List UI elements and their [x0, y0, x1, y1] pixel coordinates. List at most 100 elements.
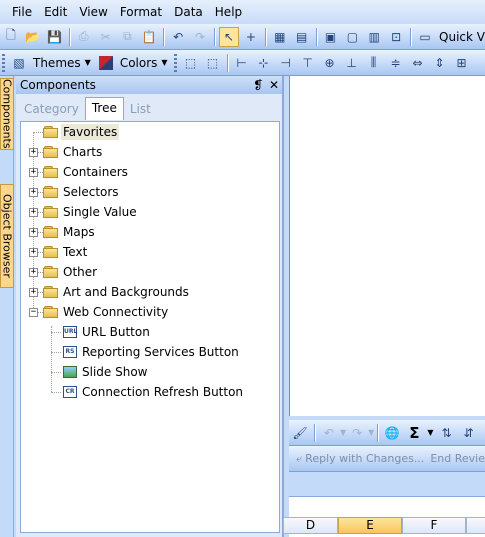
toolbar-separator [315, 27, 317, 46]
align-middle-icon[interactable]: ⊕ [320, 53, 340, 73]
expand-icon[interactable]: + [29, 168, 38, 177]
redo-icon[interactable]: ↷ [190, 27, 210, 47]
quick-view-icon[interactable]: ▭ [415, 27, 435, 47]
tree-node-other[interactable]: Other [61, 264, 99, 280]
undo-icon[interactable]: ↶ [168, 27, 188, 47]
quick-view-label[interactable]: Quick V [439, 30, 485, 44]
panel-title: Components [20, 78, 96, 92]
autosum-dropdown-icon[interactable]: ▼ [427, 428, 433, 437]
menu-edit[interactable]: Edit [38, 0, 73, 24]
align-right-icon[interactable]: ⊣ [276, 53, 296, 73]
themes-dropdown-icon[interactable]: ▼ [85, 58, 91, 67]
colors-icon[interactable] [96, 53, 116, 73]
paste-icon[interactable]: 📋 [139, 27, 159, 47]
same-size-icon[interactable]: ⊞ [452, 53, 472, 73]
object-browser-side-tab[interactable]: Object Browser [0, 184, 14, 288]
column-header-f[interactable]: F [402, 517, 466, 534]
menu-file[interactable]: File [0, 0, 38, 24]
tree-node-connection-refresh-button[interactable]: Connection Refresh Button [80, 384, 245, 400]
collapse-icon[interactable]: − [29, 308, 38, 317]
tree-node-maps[interactable]: Maps [61, 224, 97, 240]
slide-show-icon [63, 366, 77, 378]
undo-icon[interactable]: ↶ [319, 423, 339, 443]
distribute-vertical-icon[interactable]: ≑ [386, 53, 406, 73]
format-painter-icon[interactable]: 🖌 [290, 423, 310, 443]
expand-icon[interactable]: + [29, 208, 38, 217]
align-left-icon[interactable]: ⊢ [232, 53, 252, 73]
toolbar-grip[interactable] [173, 53, 177, 72]
tab-list[interactable]: List [124, 99, 157, 120]
spreadsheet-grid[interactable]: D E F [283, 496, 485, 537]
expand-icon[interactable]: + [29, 228, 38, 237]
standard-toolbar: 🗋 📂 💾 ⎙ ✂ ⧉ 📋 ↶ ↷ ↖ + ▦ ▤ ▣ ▢ ▥ ⊡ ▭ Quic… [0, 24, 485, 50]
tree-node-url-button[interactable]: URL Button [80, 324, 152, 340]
preview-icon[interactable]: ▣ [321, 27, 341, 47]
autosum-icon[interactable]: Σ [404, 423, 424, 443]
toolbar-separator [410, 27, 412, 46]
toolbar-grip[interactable] [2, 53, 5, 72]
fit-icon[interactable]: ⊡ [386, 27, 406, 47]
distribute-horizontal-icon[interactable]: ⫼ [364, 53, 384, 73]
cut-icon[interactable]: ✂ [96, 27, 116, 47]
menu-format[interactable]: Format [114, 0, 168, 24]
tree-node-favorites[interactable]: Favorites [61, 124, 120, 140]
same-height-icon[interactable]: ⇕ [430, 53, 450, 73]
tree-node-text[interactable]: Text [61, 244, 89, 260]
expand-icon[interactable]: + [29, 188, 38, 197]
themes-icon[interactable]: ▧ [9, 53, 29, 73]
menu-help[interactable]: Help [209, 0, 248, 24]
group-icon[interactable]: ⬚ [181, 53, 201, 73]
tree-node-reporting-services-button[interactable]: Reporting Services Button [80, 344, 241, 360]
components-side-tab[interactable]: Components [0, 78, 14, 150]
open-folder-icon[interactable]: 📂 [23, 27, 43, 47]
arrange-icon[interactable]: ▥ [364, 27, 384, 47]
tree-node-containers[interactable]: Containers [61, 164, 130, 180]
align-top-icon[interactable]: ⊤ [298, 53, 318, 73]
expand-icon[interactable]: + [29, 288, 38, 297]
expand-icon[interactable]: + [29, 268, 38, 277]
same-width-icon[interactable]: ⇔ [408, 53, 428, 73]
ungroup-icon[interactable]: ⬚ [203, 53, 223, 73]
align-bottom-icon[interactable]: ⊥ [342, 53, 362, 73]
print-icon[interactable]: ⎙ [74, 27, 94, 47]
colors-dropdown-icon[interactable]: ▼ [161, 58, 167, 67]
undo-dropdown-icon[interactable]: ▼ [340, 428, 346, 437]
select-pointer-icon[interactable]: ↖ [219, 26, 239, 47]
redo-icon[interactable]: ↷ [347, 423, 367, 443]
tab-tree[interactable]: Tree [84, 97, 124, 120]
expand-icon[interactable]: + [29, 248, 38, 257]
tree-node-web-connectivity[interactable]: Web Connectivity [61, 304, 170, 320]
menu-data[interactable]: Data [168, 0, 209, 24]
expand-icon[interactable]: + [29, 148, 38, 157]
column-header-d[interactable]: D [283, 517, 338, 534]
tree-node-art-and-backgrounds[interactable]: Art and Backgrounds [61, 284, 191, 300]
layout-icon[interactable]: ▢ [342, 27, 362, 47]
hyperlink-icon[interactable]: 🌐 [382, 423, 402, 443]
export-icon[interactable]: ▤ [292, 27, 312, 47]
tree-node-selectors[interactable]: Selectors [61, 184, 121, 200]
tab-category[interactable]: Category [18, 99, 85, 120]
crosshair-icon[interactable]: + [241, 27, 261, 47]
import-spreadsheet-icon[interactable]: ▦ [270, 27, 290, 47]
column-header-e[interactable]: E [338, 517, 402, 534]
sort-ascending-icon[interactable]: ⇅ [436, 423, 456, 443]
copy-icon[interactable]: ⧉ [117, 27, 137, 47]
themes-button[interactable]: Themes [33, 56, 81, 70]
folder-icon [43, 126, 59, 138]
design-canvas[interactable] [289, 76, 485, 416]
tree-node-single-value[interactable]: Single Value [61, 204, 139, 220]
tree-node-slide-show[interactable]: Slide Show [80, 364, 149, 380]
colors-button[interactable]: Colors [120, 56, 158, 70]
save-icon[interactable]: 💾 [45, 27, 65, 47]
sort-descending-icon[interactable]: ⇵ [458, 423, 478, 443]
pin-icon[interactable]: ❡ [250, 78, 266, 92]
new-document-icon[interactable]: 🗋 [1, 27, 21, 47]
close-icon[interactable]: ✕ [266, 78, 282, 92]
align-center-icon[interactable]: ⊹ [254, 53, 274, 73]
menu-view[interactable]: View [73, 0, 113, 24]
tree-node-charts[interactable]: Charts [61, 144, 104, 160]
end-review-button[interactable]: End Review [430, 452, 485, 465]
redo-dropdown-icon[interactable]: ▼ [368, 428, 374, 437]
reply-with-changes-button[interactable]: Reply with Changes... [305, 452, 424, 465]
column-header-g[interactable] [466, 517, 485, 534]
